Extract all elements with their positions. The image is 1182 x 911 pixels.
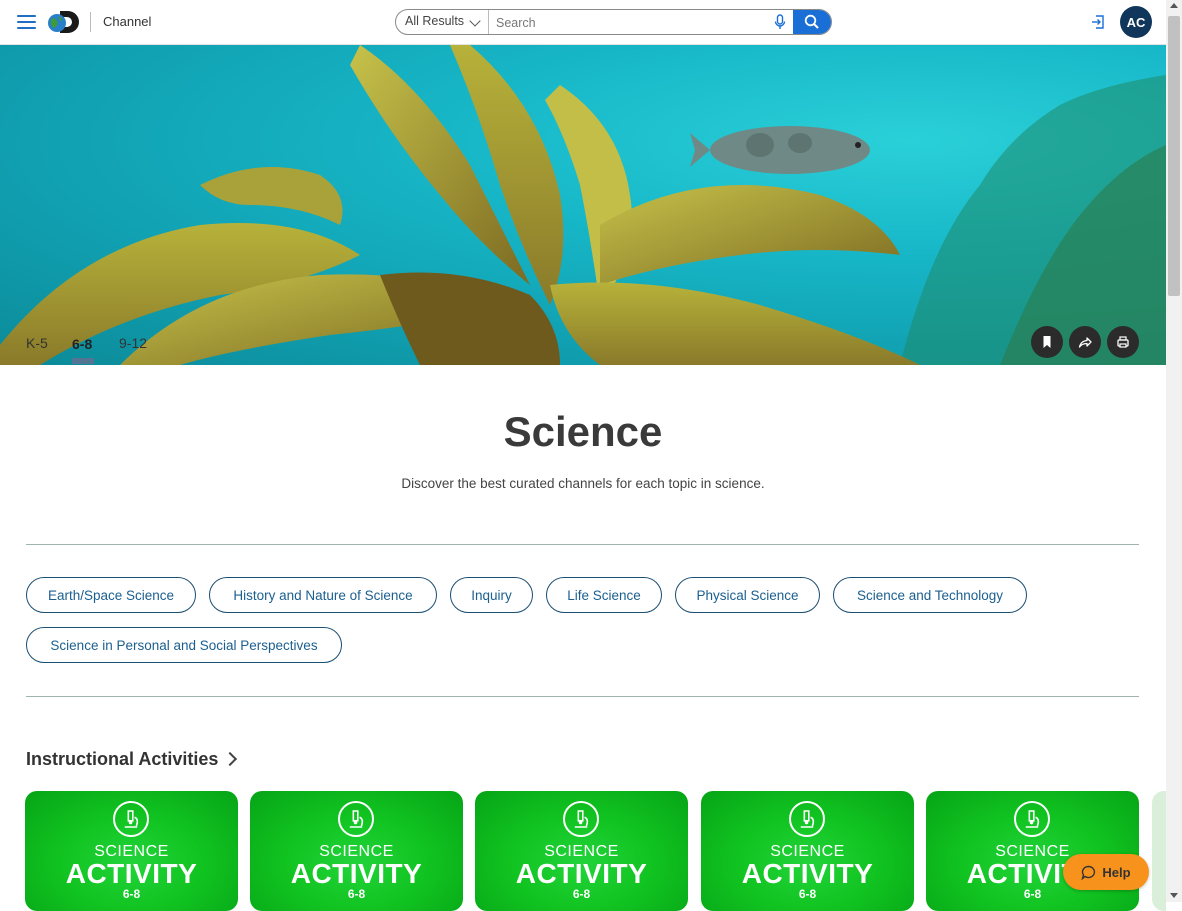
topic-history-nature-of-science[interactable]: History and Nature of Science: [209, 577, 437, 613]
microscope-icon: [789, 801, 825, 837]
topic-science-and-technology[interactable]: Science and Technology: [833, 577, 1027, 613]
card-label-grade: 6-8: [798, 887, 817, 901]
scrollbar-thumb[interactable]: [1168, 16, 1180, 296]
divider: [26, 544, 1139, 545]
search-scope-label: All Results: [405, 14, 465, 28]
section-title-instructional-activities[interactable]: Instructional Activities: [26, 749, 218, 770]
topic-life-science[interactable]: Life Science: [546, 577, 662, 613]
print-button[interactable]: [1107, 326, 1139, 358]
grade-tab-9-12[interactable]: 9-12: [119, 335, 147, 351]
search-input[interactable]: [494, 12, 768, 34]
topic-inquiry[interactable]: Inquiry: [450, 577, 533, 613]
grade-tab-6-8[interactable]: 6-8: [72, 336, 92, 352]
microscope-icon: [563, 801, 599, 837]
hero-banner: [0, 45, 1166, 365]
help-button[interactable]: Help: [1063, 854, 1149, 890]
discovery-logo-icon[interactable]: [46, 9, 82, 35]
search-bar: All Results: [395, 9, 832, 35]
active-tab-indicator: [72, 358, 94, 364]
user-avatar[interactable]: AC: [1120, 6, 1152, 38]
grade-tab-k5[interactable]: K-5: [26, 335, 48, 351]
share-icon: [1078, 337, 1092, 348]
microscope-icon: [113, 801, 149, 837]
page-subtitle: Discover the best curated channels for e…: [401, 476, 765, 491]
card-label-activity: ACTIVITY: [741, 858, 874, 889]
card-label-activity: ACTIVITY: [65, 858, 198, 889]
microphone-icon[interactable]: [773, 14, 787, 30]
activity-card-peek[interactable]: [1152, 791, 1166, 911]
divider: [26, 696, 1139, 697]
card-label-activity: ACTIVITY: [290, 858, 423, 889]
activity-card[interactable]: SCIENCE ACTIVITY 6-8: [475, 791, 688, 911]
header-divider: [90, 12, 91, 32]
chevron-right-icon[interactable]: [222, 751, 238, 767]
activity-card[interactable]: SCIENCE ACTIVITY 6-8: [701, 791, 914, 911]
page-title: Science: [503, 408, 663, 455]
microscope-icon: [1014, 801, 1050, 837]
search-button[interactable]: [793, 10, 831, 34]
topic-science-personal-social[interactable]: Science in Personal and Social Perspecti…: [26, 627, 342, 663]
share-button[interactable]: [1069, 326, 1101, 358]
sign-out-icon[interactable]: [1090, 14, 1106, 30]
card-label-grade: 6-8: [347, 887, 366, 901]
activity-card[interactable]: SCIENCE ACTIVITY 6-8: [926, 791, 1139, 911]
card-label-grade: 6-8: [572, 887, 591, 901]
bookmark-button[interactable]: [1031, 326, 1063, 358]
scroll-up-arrow-icon[interactable]: [1170, 3, 1178, 8]
bookmark-icon: [1043, 336, 1051, 348]
fish-image: [690, 126, 870, 174]
card-label-grade: 6-8: [122, 887, 141, 901]
search-scope-dropdown[interactable]: All Results: [396, 10, 489, 34]
scrollbar[interactable]: [1166, 0, 1182, 902]
microscope-icon: [338, 801, 374, 837]
topic-physical-science[interactable]: Physical Science: [675, 577, 820, 613]
search-icon: [804, 14, 819, 29]
activity-card[interactable]: SCIENCE ACTIVITY 6-8: [250, 791, 463, 911]
top-bar: Channel All Results AC: [0, 0, 1166, 45]
help-label: Help: [1102, 864, 1131, 880]
hamburger-menu-icon[interactable]: [17, 15, 36, 29]
page-label: Channel: [103, 14, 152, 29]
print-icon: [1117, 336, 1129, 348]
scroll-down-arrow-icon[interactable]: [1170, 893, 1178, 898]
chat-bubble-icon: [1081, 865, 1096, 880]
chevron-down-icon: [469, 15, 481, 27]
card-label-activity: ACTIVITY: [515, 858, 648, 889]
topic-earth-space-science[interactable]: Earth/Space Science: [26, 577, 196, 613]
kelp-underwater-image: [0, 45, 1166, 365]
activity-card[interactable]: SCIENCE ACTIVITY 6-8: [25, 791, 238, 911]
